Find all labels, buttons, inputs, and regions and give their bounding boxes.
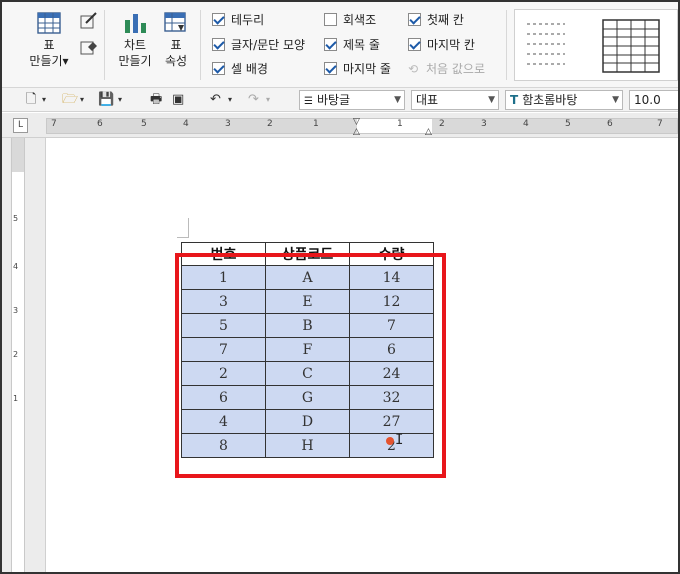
chevron-down-icon: ▼ xyxy=(394,95,401,105)
table-create-label-2: 만들기▾ xyxy=(29,54,69,68)
style-icon: ☰ xyxy=(304,96,313,107)
indent-marker-icon[interactable]: ▽ xyxy=(353,117,360,127)
checkbox-checked-icon[interactable] xyxy=(408,13,421,26)
checkbox-checked-icon[interactable] xyxy=(212,38,225,51)
chevron-down-icon: ▼ xyxy=(612,95,619,105)
option-header-row[interactable]: 제목 줄 xyxy=(324,36,380,54)
option-cell-background[interactable]: 셀 배경 xyxy=(212,60,268,78)
language-dropdown[interactable]: 대표 ▼ xyxy=(411,90,499,110)
table-properties-icon xyxy=(164,12,186,32)
option-char-para-shape[interactable]: 글자/문단 모양 xyxy=(212,36,305,54)
eraser-icon[interactable] xyxy=(80,38,98,59)
chevron-down-icon[interactable]: ▾ xyxy=(118,91,122,109)
chart-create-button[interactable]: 차트 만들기 xyxy=(114,12,156,69)
checkbox-checked-icon[interactable] xyxy=(324,38,337,51)
table-properties-label-2: 속성 xyxy=(164,54,188,68)
checkbox-checked-icon[interactable] xyxy=(212,13,225,26)
undo-icon[interactable]: ↶ xyxy=(210,91,221,109)
text-cursor-icon: I xyxy=(395,432,404,448)
chart-create-label-1: 차트 xyxy=(123,38,147,52)
ribbon-table-design: 표 만들기▾ 차트 만들기 표 속성 테두리 글자/문단 모양 셀 배경 회색조… xyxy=(2,2,678,88)
reset-icon: ⟲ xyxy=(408,62,419,76)
highlight-box xyxy=(175,253,446,478)
open-folder-icon[interactable]: 🗁 xyxy=(62,91,78,109)
redo-icon[interactable]: ↷ xyxy=(248,91,259,109)
font-dropdown[interactable]: T 함초롬바탕 ▼ xyxy=(505,90,623,110)
option-border[interactable]: 테두리 xyxy=(212,11,264,29)
chevron-down-icon: ▼ xyxy=(488,95,495,105)
bar-chart-icon xyxy=(125,14,146,33)
option-grayscale[interactable]: 회색조 xyxy=(324,11,376,29)
table-properties-label-1: 표 xyxy=(170,38,182,52)
chevron-down-icon[interactable]: ▾ xyxy=(42,91,46,109)
document-page[interactable]: 번호 상품코드 수량 1 A 14 3 E 12 5 B 7 7 F 6 2 C… xyxy=(47,139,678,572)
option-last-column[interactable]: 마지막 칸 xyxy=(408,36,475,54)
chevron-down-icon[interactable]: ▾ xyxy=(266,91,270,109)
print-icon[interactable]: 🖶 xyxy=(150,91,162,109)
font-icon: T xyxy=(510,93,519,107)
table-properties-button[interactable]: 표 속성 xyxy=(160,12,192,69)
save-icon[interactable]: 💾 xyxy=(98,91,114,109)
table-style-gallery[interactable] xyxy=(514,9,678,81)
new-document-icon[interactable]: 🗋 xyxy=(26,91,36,109)
chevron-down-icon[interactable]: ▾ xyxy=(228,91,232,109)
table-style-previews xyxy=(527,19,660,73)
chart-create-label-2: 만들기 xyxy=(118,54,152,68)
style-dropdown[interactable]: ☰ 바탕글 ▼ xyxy=(299,90,405,110)
option-first-column[interactable]: 첫째 칸 xyxy=(408,11,464,29)
vertical-ruler[interactable]: 5 4 3 2 1 xyxy=(11,138,25,572)
checkbox-checked-icon[interactable] xyxy=(212,62,225,75)
pencil-draw-icon[interactable] xyxy=(80,12,98,33)
tab-type-selector[interactable]: L xyxy=(13,118,28,133)
app-window: 표 만들기▾ 차트 만들기 표 속성 테두리 글자/문단 모양 셀 배경 회색조… xyxy=(0,0,680,574)
right-indent-marker-icon[interactable]: △ xyxy=(425,127,432,137)
option-last-row[interactable]: 마지막 줄 xyxy=(324,60,391,78)
table-grid-icon xyxy=(37,12,61,34)
checkbox-unchecked-icon[interactable] xyxy=(324,13,337,26)
chevron-down-icon[interactable]: ▾ xyxy=(80,91,84,109)
click-indicator-icon xyxy=(386,437,394,445)
table-create-button[interactable]: 표 만들기▾ xyxy=(22,12,76,69)
checkbox-checked-icon[interactable] xyxy=(408,38,421,51)
indent-marker-icon[interactable]: △ xyxy=(353,127,360,137)
table-create-label-1: 표 xyxy=(43,38,55,52)
horizontal-ruler[interactable]: 7 6 5 4 3 2 1 1 2 3 4 5 6 7 ▽ △ △ xyxy=(46,117,678,137)
checkbox-checked-icon[interactable] xyxy=(324,62,337,75)
formatting-toolbar: 🗋 ▾ 🗁 ▾ 💾 ▾ 🖶 ▣ ↶ ▾ ↷ ▾ ☰ 바탕글 ▼ 대표 ▼ T 함초롬바탕… xyxy=(2,88,678,112)
page-margin-mark xyxy=(177,218,189,238)
reset-default-button[interactable]: ⟲ 처음 값으로 xyxy=(408,60,485,78)
font-size-field[interactable]: 10.0 xyxy=(629,90,678,110)
preview-icon[interactable]: ▣ xyxy=(172,91,184,109)
